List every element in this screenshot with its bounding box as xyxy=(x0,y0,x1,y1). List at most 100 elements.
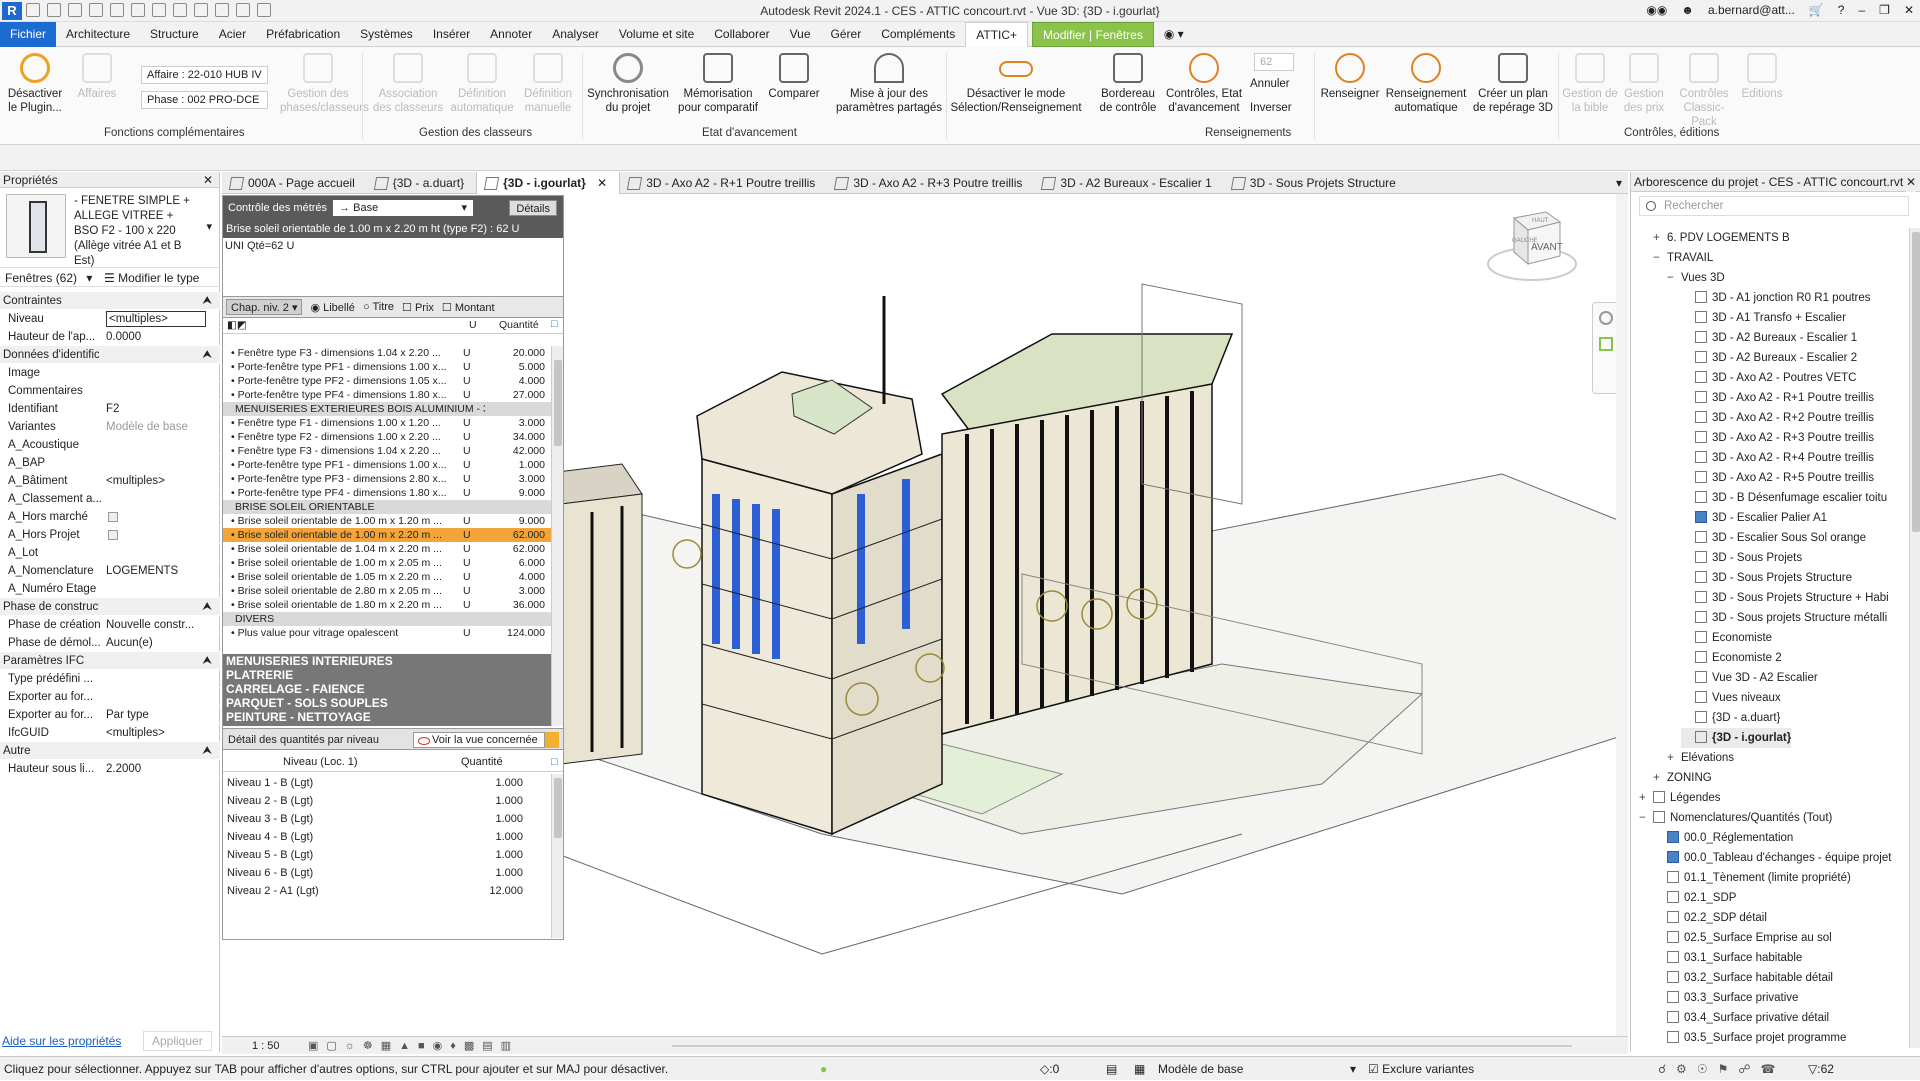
browser-item[interactable]: 03.5_Surface projet programme xyxy=(1653,1028,1846,1048)
tab-prefabrication[interactable]: Préfabrication xyxy=(256,22,350,47)
browser-item[interactable]: Vue 3D - A2 Escalier xyxy=(1681,668,1818,688)
quantity-row[interactable]: • Brise soleil orientable de 1.04 m x 2.… xyxy=(223,542,551,556)
affaire-field[interactable]: Affaire : 22-010 HUB IV xyxy=(141,66,268,84)
selection-tools-icons[interactable]: ☌⚙☉⚑☍☎ xyxy=(1658,1057,1785,1081)
property-value[interactable]: <multiples> xyxy=(106,311,206,327)
tab-view-3d-igourlat[interactable]: {3D - i.gourlat} ✕ xyxy=(476,171,621,194)
collapse-icon[interactable]: ⮝ xyxy=(202,346,212,364)
comparer-button[interactable]: Comparer xyxy=(764,53,824,101)
design-option-count[interactable]: ◇:0 xyxy=(1040,1057,1059,1081)
close-icon[interactable]: ✕ xyxy=(203,172,213,188)
tab-collaborer[interactable]: Collaborer xyxy=(704,22,779,47)
instance-filter[interactable]: Fenêtres (62) ▾ ☰ Modifier le type xyxy=(0,267,220,287)
browser-item[interactable]: 03.4_Surface privative détail xyxy=(1653,1008,1829,1028)
browser-item[interactable]: 3D - Axo A2 - R+5 Poutre treillis xyxy=(1681,468,1874,488)
property-value[interactable]: Nouvelle constr... xyxy=(106,616,206,634)
tab-view-a2-escalier[interactable]: 3D - A2 Bureaux - Escalier 1 xyxy=(1034,172,1223,194)
canvas-scrollbar-vertical[interactable] xyxy=(1616,194,1628,1036)
quantity-group[interactable]: BRISE SOLEIL ORIENTABLE xyxy=(223,500,551,514)
property-checkbox[interactable] xyxy=(108,530,118,540)
property-category[interactable]: Paramètres IFC ⮝ xyxy=(0,652,220,670)
quantity-chapter[interactable]: PEINTURE - NETTOYAGE xyxy=(223,710,551,724)
details-button[interactable]: Détails xyxy=(509,200,557,216)
browser-item[interactable]: 02.2_SDP détail xyxy=(1653,908,1767,928)
property-row[interactable]: Commentaires xyxy=(0,382,220,400)
property-row[interactable]: A_Nomenclature LOGEMENTS xyxy=(0,562,220,580)
browser-item[interactable]: 3D - Sous Projets Structure xyxy=(1681,568,1852,588)
property-category[interactable]: Données d'identification ⮝ xyxy=(0,346,220,364)
quantity-chapter[interactable]: PLATRERIE xyxy=(223,668,551,682)
browser-item[interactable]: 3D - Axo A2 - R+1 Poutre treillis xyxy=(1681,388,1874,408)
property-value[interactable]: LOGEMENTS xyxy=(106,562,206,580)
expand-icon[interactable]: + xyxy=(1653,228,1663,248)
renseignement-auto-button[interactable]: Renseignement automatique xyxy=(1384,53,1468,115)
radio-libelle[interactable]: ◉ Libellé xyxy=(310,301,354,314)
exclure-variantes-checkbox[interactable]: ☑ Exclure variantes xyxy=(1368,1057,1474,1081)
property-category[interactable]: Contraintes ⮝ xyxy=(0,292,220,310)
bordereau-button[interactable]: Bordereau de contrôle xyxy=(1096,53,1160,115)
expand-all-icon[interactable]: ◧◩ xyxy=(227,319,247,331)
collapse-icon[interactable]: ⮝ xyxy=(202,742,212,760)
tab-view-axo-r1[interactable]: 3D - Axo A2 - R+1 Poutre treillis xyxy=(620,172,827,194)
tab-analyser[interactable]: Analyser xyxy=(542,22,609,47)
quantity-row[interactable] xyxy=(223,640,551,654)
group-etat-label[interactable]: Etat d'avancement xyxy=(702,127,797,139)
gestion-prix-button[interactable]: Gestion des prix xyxy=(1616,53,1672,115)
tab-complements[interactable]: Compléments xyxy=(871,22,965,47)
help-icon[interactable]: ? xyxy=(1838,3,1845,17)
chevron-down-icon[interactable]: ▾ xyxy=(462,200,468,216)
quantity-row[interactable]: • Brise soleil orientable de 1.00 m x 1.… xyxy=(223,514,551,528)
browser-item[interactable]: {3D - a.duart} xyxy=(1681,708,1780,728)
canvas-scrollbar-horizontal[interactable] xyxy=(672,1045,1572,1047)
browser-item[interactable]: {3D - i.gourlat} xyxy=(1681,728,1792,748)
quantity-row[interactable]: • Porte-fenêtre type PF1 - dimensions 1.… xyxy=(223,360,551,374)
quantity-chapter[interactable]: CARRELAGE - FAIENCE xyxy=(223,682,551,696)
tab-inserer[interactable]: Insérer xyxy=(423,22,480,47)
property-value[interactable]: Par type xyxy=(106,706,206,724)
memorisation-button[interactable]: Mémorisation pour comparatif xyxy=(674,53,762,115)
browser-item[interactable]: 3D - A2 Bureaux - Escalier 1 xyxy=(1681,328,1857,348)
tab-architecture[interactable]: Architecture xyxy=(56,22,140,47)
quantity-row[interactable]: • Fenêtre type F1 - dimensions 1.00 x 1.… xyxy=(223,416,551,430)
quantity-row[interactable]: • Brise soleil orientable de 1.05 m x 2.… xyxy=(223,570,551,584)
quantity-row[interactable]: • Fenêtre type F3 - dimensions 1.04 x 2.… xyxy=(223,444,551,458)
quantity-row[interactable]: • Brise soleil orientable de 1.00 m x 2.… xyxy=(223,556,551,570)
browser-item[interactable]: Economiste 2 xyxy=(1681,648,1782,668)
browser-item[interactable]: +6. PDV LOGEMENTS B xyxy=(1653,228,1790,248)
type-selector-box[interactable]: - FENETRE SIMPLE + ALLEGE VITREE + BSO F… xyxy=(2,190,216,267)
quantity-row[interactable]: • Fenêtre type F2 - dimensions 1.00 x 2.… xyxy=(223,430,551,444)
property-row[interactable]: A_Hors Projet xyxy=(0,526,220,544)
browser-item[interactable]: 00.0_Réglementation xyxy=(1653,828,1793,848)
property-row[interactable]: Exporter au for... xyxy=(0,688,220,706)
renseigner-button[interactable]: Renseigner xyxy=(1318,53,1382,101)
tab-structure[interactable]: Structure xyxy=(140,22,209,47)
quantity-row[interactable]: • Porte-fenêtre type PF4 - dimensions 1.… xyxy=(223,486,551,500)
property-value[interactable]: <multiples> xyxy=(106,724,206,742)
property-row[interactable]: Identifiant F2 xyxy=(0,400,220,418)
property-category[interactable]: Phase de construction ⮝ xyxy=(0,598,220,616)
tab-gerer[interactable]: Gérer xyxy=(821,22,872,47)
property-row[interactable]: Hauteur de l'ap... 0.0000 xyxy=(0,328,220,346)
browser-item[interactable]: 3D - Escalier Palier A1 xyxy=(1681,508,1827,528)
radio-titre[interactable]: ○ Titre xyxy=(363,301,394,313)
model-select[interactable]: Modèle de base xyxy=(1158,1057,1243,1081)
expand-icon[interactable]: + xyxy=(1653,768,1663,788)
niveau-row[interactable]: Niveau 6 - B (Lgt) 1.000 xyxy=(223,864,549,882)
viewcube-icon[interactable]: AVANT GAUCHE HAUT xyxy=(1484,208,1584,288)
apply-button[interactable]: Appliquer xyxy=(143,1031,212,1051)
tab-fichier[interactable]: Fichier xyxy=(0,21,57,47)
collapse-icon[interactable]: ⮝ xyxy=(202,598,212,616)
collapse-icon[interactable]: − xyxy=(1653,248,1663,268)
property-row[interactable]: A_Acoustique xyxy=(0,436,220,454)
editions-button[interactable]: Editions xyxy=(1734,53,1790,101)
browser-item[interactable]: − Nomenclatures/Quantités (Tout) xyxy=(1639,808,1832,828)
quantity-row[interactable]: • Porte-fenêtre type PF3 - dimensions 2.… xyxy=(223,472,551,486)
base-select[interactable]: → Base ▾ xyxy=(333,200,474,216)
browser-item[interactable]: 00.0_Tableau d'échanges - équipe projet xyxy=(1653,848,1891,868)
property-row[interactable]: Phase de démol... Aucun(e) xyxy=(0,634,220,652)
tabs-dropdown-icon[interactable]: ▾ xyxy=(1616,176,1622,190)
inverser-button[interactable]: Inverser xyxy=(1250,102,1292,114)
collapse-icon[interactable]: ⮝ xyxy=(202,292,212,310)
collapse-icon[interactable]: − xyxy=(1639,808,1649,828)
viewcube[interactable]: AVANT GAUCHE HAUT xyxy=(1484,208,1584,288)
